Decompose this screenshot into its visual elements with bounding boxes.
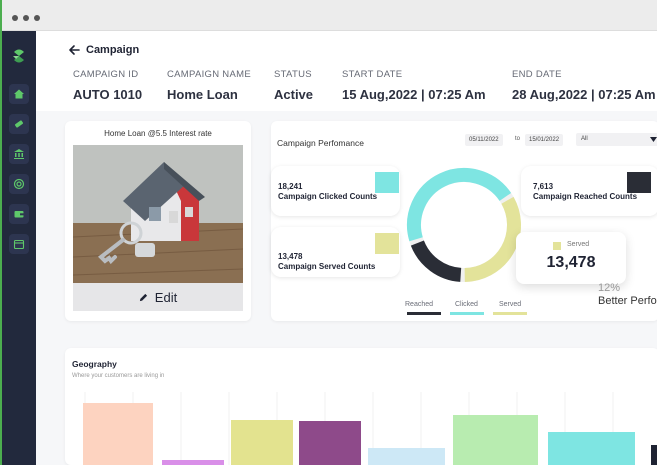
reached-count-value: 7,613	[533, 182, 554, 191]
geography-bar[interactable]	[453, 415, 538, 465]
tooltip-swatch	[553, 242, 561, 250]
campaign-card-title: Home Loan @5.5 Interest rate	[104, 129, 212, 138]
donut-segment-reached[interactable]	[410, 240, 462, 282]
geography-bar-chart	[83, 392, 657, 465]
sidebar-item-calendar[interactable]	[9, 234, 29, 254]
house-with-keys-image	[73, 145, 243, 283]
clicked-count-label: Campaign Clicked Counts	[278, 192, 378, 201]
performance-title: Campaign Perfomance	[277, 138, 364, 148]
better-performance-percent: 12%	[598, 282, 621, 294]
end-date-picker[interactable]: 15/01/2022	[525, 134, 564, 146]
geography-subtitle: Where your customers are living in	[72, 373, 165, 379]
bank-icon	[14, 149, 24, 159]
legend-clicked: Clicked	[455, 301, 478, 308]
reached-count-card: 7,613 Campaign Reached Counts	[521, 166, 657, 216]
sidebar-item-home[interactable]	[9, 84, 29, 104]
end-date-label: END DATE	[512, 69, 562, 80]
reached-swatch	[627, 172, 651, 193]
legend-served-line	[493, 312, 527, 315]
logo-icon	[13, 49, 24, 63]
window-dot[interactable]	[12, 15, 18, 21]
target-icon	[13, 178, 25, 190]
campaign-id-value: AUTO 1010	[73, 87, 143, 102]
start-date-picker[interactable]: 05/11/2022	[465, 134, 503, 146]
clicked-swatch	[375, 172, 399, 193]
filter-select[interactable]: All	[576, 133, 657, 146]
campaign-name-value: Home Loan	[167, 87, 238, 102]
geography-bar[interactable]	[368, 448, 445, 465]
served-count-card: 13,478 Campaign Served Counts	[271, 227, 400, 277]
served-tooltip: Served 13,478	[516, 232, 626, 284]
filter-select-value: All	[581, 136, 588, 142]
arrow-left-icon[interactable]	[68, 44, 80, 56]
start-date-value: 15 Aug,2022 | 07:25 Am	[342, 87, 486, 102]
home-icon	[14, 89, 24, 99]
chevron-down-icon	[650, 137, 657, 142]
sidebar-item-targets[interactable]	[9, 174, 29, 194]
wallet-icon	[14, 211, 24, 218]
geography-bar[interactable]	[162, 460, 224, 465]
ticket-icon	[14, 120, 24, 128]
better-performance-text: Better Perfo	[598, 295, 657, 307]
geography-card: Geography Where your customers are livin…	[65, 348, 657, 465]
back-link[interactable]: Campaign	[68, 44, 139, 56]
window-dot[interactable]	[23, 15, 29, 21]
campaign-header: Campaign CAMPAIGN ID AUTO 1010 CAMPAIGN …	[36, 31, 657, 111]
status-label: STATUS	[274, 69, 312, 80]
geography-bar[interactable]	[299, 421, 361, 465]
status-value: Active	[274, 87, 314, 102]
legend-clicked-line	[450, 312, 484, 315]
donut-segment-served[interactable]	[464, 196, 521, 282]
app-window: Campaign CAMPAIGN ID AUTO 1010 CAMPAIGN …	[0, 0, 657, 465]
end-date-value: 28 Aug,2022 | 07:25 Am	[512, 87, 656, 102]
clicked-count-value: 18,241	[278, 182, 303, 191]
campaign-id-label: CAMPAIGN ID	[73, 69, 139, 80]
served-count-value: 13,478	[278, 252, 303, 261]
page-title: Campaign	[86, 44, 140, 56]
campaign-card: Home Loan @5.5 Interest rate Edit	[65, 121, 251, 321]
tooltip-label: Served	[567, 241, 590, 248]
geography-title: Geography	[72, 359, 117, 369]
tooltip-value: 13,478	[546, 254, 596, 271]
edit-button[interactable]: Edit	[73, 283, 243, 311]
campaign-image	[73, 145, 243, 283]
sidebar-item-wallet[interactable]	[9, 204, 29, 224]
main-content: Campaign CAMPAIGN ID AUTO 1010 CAMPAIGN …	[36, 31, 657, 465]
sidebar-item-campaigns[interactable]	[9, 114, 29, 134]
legend-served: Served	[499, 301, 522, 308]
pencil-icon	[139, 293, 147, 301]
window-titlebar	[2, 0, 657, 31]
served-count-label: Campaign Served Counts	[278, 262, 376, 271]
performance-donut-chart	[407, 168, 521, 282]
window-dot[interactable]	[34, 15, 40, 21]
date-range-separator: to	[515, 136, 521, 142]
geography-bar[interactable]	[548, 432, 635, 465]
served-swatch	[375, 233, 399, 254]
legend-reached-line	[407, 312, 441, 315]
clicked-count-card: 18,241 Campaign Clicked Counts	[271, 166, 400, 216]
edit-label: Edit	[154, 289, 178, 305]
window-controls[interactable]	[12, 15, 40, 21]
sidebar-item-bank[interactable]	[9, 144, 29, 164]
start-date-label: START DATE	[342, 69, 403, 80]
geography-bar[interactable]	[651, 445, 657, 465]
campaign-name-label: CAMPAIGN NAME	[167, 69, 251, 80]
geography-bar[interactable]	[83, 403, 153, 465]
geography-bar[interactable]	[231, 420, 293, 465]
reached-count-label: Campaign Reached Counts	[533, 192, 638, 201]
donut-segment-clicked[interactable]	[407, 168, 512, 242]
sidebar	[2, 31, 36, 465]
legend-reached: Reached	[405, 301, 434, 308]
calendar-icon	[13, 239, 25, 250]
